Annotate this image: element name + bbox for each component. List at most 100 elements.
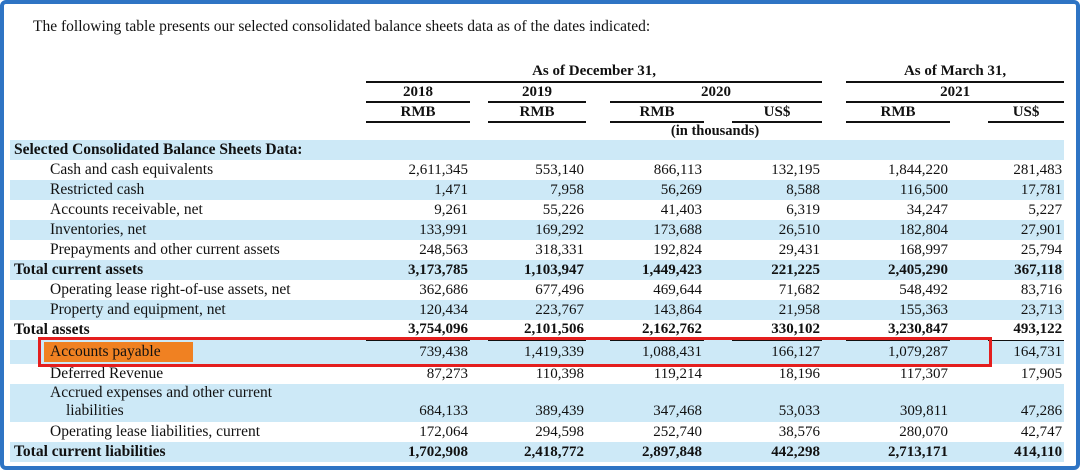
value-cell: 2,405,290: [846, 260, 950, 280]
row-label-line2: liabilities: [50, 402, 366, 420]
value-cell: 56,269: [610, 180, 704, 200]
value-cell: 71,682: [732, 280, 822, 300]
value-cell: 294,598: [488, 422, 586, 442]
currency-header-2021-usd: US$: [988, 102, 1064, 122]
value-cell: 119,214: [610, 364, 704, 384]
value-cell: 21,958: [732, 300, 822, 320]
value-cell: 739,438: [366, 340, 470, 364]
column-gap: [822, 320, 846, 340]
balance-sheet-table: As of December 31, As of March 31, 2018 …: [10, 62, 1064, 462]
value-cell: 469,644: [610, 280, 704, 300]
column-gap: [822, 300, 846, 320]
row-label: Prepayments and other current assets: [10, 240, 366, 260]
value-cell: 684,133: [366, 384, 470, 422]
value-cell: 1,419,339: [488, 340, 586, 364]
value-cell: 442,298: [732, 442, 822, 462]
column-gap: [470, 160, 488, 180]
row-label: Total current liabilities: [10, 442, 366, 462]
value-cell: 2,101,506: [488, 320, 586, 340]
header-currency-row: RMB RMB RMB US$ RMB US$: [10, 102, 1064, 122]
header-year-row: 2018 2019 2020 2021: [10, 82, 1064, 102]
column-gap: [586, 220, 610, 240]
column-gap: [586, 340, 610, 364]
section-title: Selected Consolidated Balance Sheets Dat…: [10, 140, 1064, 160]
table-row-total-current-assets: Total current assets3,173,7851,103,9471,…: [10, 260, 1064, 280]
value-cell: 1,702,908: [366, 442, 470, 462]
column-gap: [704, 442, 732, 462]
year-2018-header: 2018: [366, 82, 470, 102]
value-cell: 26,510: [732, 220, 822, 240]
value-cell: 18,196: [732, 364, 822, 384]
column-gap: [950, 384, 988, 422]
column-gap: [586, 364, 610, 384]
column-gap: [950, 200, 988, 220]
value-cell: 1,449,423: [610, 260, 704, 280]
column-gap: [704, 240, 732, 260]
value-cell: 280,070: [846, 422, 950, 442]
column-gap: [470, 240, 488, 260]
row-label: Restricted cash: [10, 180, 366, 200]
value-cell: 110,398: [488, 364, 586, 384]
currency-header-2018-rmb: RMB: [366, 102, 470, 122]
value-cell: 223,767: [488, 300, 586, 320]
intro-text: The following table presents our selecte…: [33, 17, 1056, 37]
value-cell: 34,247: [846, 200, 950, 220]
column-gap: [950, 340, 988, 364]
value-cell: 53,033: [732, 384, 822, 422]
value-cell: 309,811: [846, 384, 950, 422]
value-cell: 389,439: [488, 384, 586, 422]
column-gap: [704, 280, 732, 300]
column-gap: [950, 364, 988, 384]
value-cell: 155,363: [846, 300, 950, 320]
column-gap: [586, 280, 610, 300]
column-gap: [470, 180, 488, 200]
value-cell: 866,113: [610, 160, 704, 180]
value-cell: 2,418,772: [488, 442, 586, 462]
column-gap: [586, 300, 610, 320]
value-cell: 367,118: [988, 260, 1064, 280]
table-row-total-assets: Total assets3,754,0962,101,5062,162,7623…: [10, 320, 1064, 340]
value-cell: 41,403: [610, 200, 704, 220]
table-row-restricted-cash: Restricted cash1,471 7,958 56,269 8,588 116,…: [10, 180, 1064, 200]
value-cell: 172,064: [366, 422, 470, 442]
value-cell: 2,611,345: [366, 160, 470, 180]
column-gap: [470, 200, 488, 220]
column-gap: [822, 240, 846, 260]
table-row-accounts-receivable-net: Accounts receivable, net9,26155,22641,40…: [10, 200, 1064, 220]
value-cell: 362,686: [366, 280, 470, 300]
row-label: Operating lease right-of-use assets, net: [10, 280, 366, 300]
value-cell: 8,588: [732, 180, 822, 200]
value-cell: 1,471: [366, 180, 470, 200]
column-gap: [470, 320, 488, 340]
column-gap: [950, 422, 988, 442]
column-gap: [704, 320, 732, 340]
value-cell: 166,127: [732, 340, 822, 364]
column-gap: [470, 280, 488, 300]
value-cell: 1,844,220: [846, 160, 950, 180]
value-cell: 120,434: [366, 300, 470, 320]
value-cell: 248,563: [366, 240, 470, 260]
value-cell: 221,225: [732, 260, 822, 280]
value-cell: 47,286: [988, 384, 1064, 422]
year-2019-header: 2019: [488, 82, 586, 102]
column-gap: [704, 422, 732, 442]
column-gap: [586, 384, 610, 422]
units-note-row: (in thousands): [10, 122, 1064, 140]
value-cell: 318,331: [488, 240, 586, 260]
value-cell: 7,958: [488, 180, 586, 200]
table-row-accrued-expenses-and-other-current: Accrued expenses and other currentliabil…: [10, 384, 1064, 422]
column-gap: [822, 442, 846, 462]
units-note: (in thousands): [366, 122, 1064, 140]
column-gap: [470, 220, 488, 240]
column-gap: [822, 364, 846, 384]
column-gap: [586, 320, 610, 340]
value-cell: 116,500: [846, 180, 950, 200]
header-group-row: As of December 31, As of March 31,: [10, 62, 1064, 82]
column-gap: [950, 320, 988, 340]
column-gap: [704, 260, 732, 280]
row-label: Total current assets: [10, 260, 366, 280]
value-cell: 25,794: [988, 240, 1064, 260]
column-gap: [950, 160, 988, 180]
value-cell: 132,195: [732, 160, 822, 180]
column-gap: [950, 180, 988, 200]
